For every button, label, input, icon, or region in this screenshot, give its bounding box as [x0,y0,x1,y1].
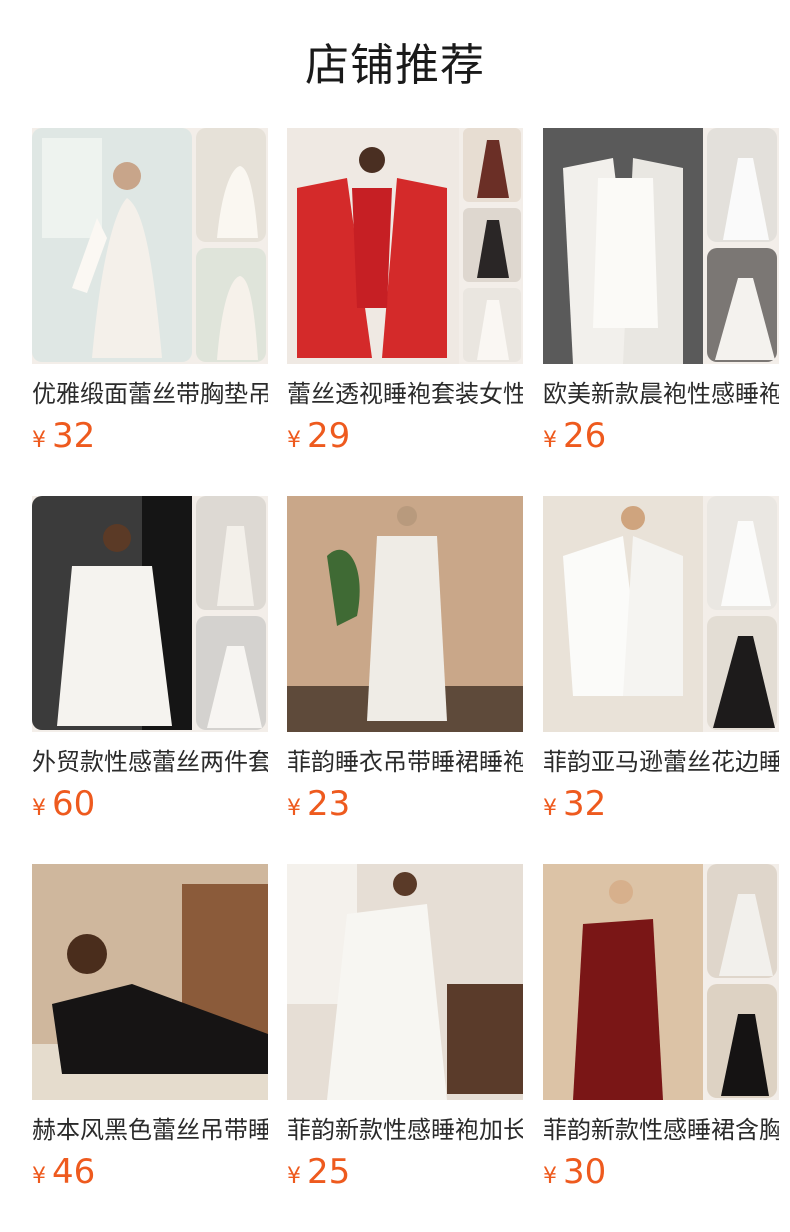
product-price: ¥26 [543,416,606,462]
product-price: ¥30 [543,1152,606,1198]
currency-symbol: ¥ [287,1164,301,1189]
product-image[interactable] [287,496,523,732]
currency-symbol: ¥ [287,796,301,821]
currency-symbol: ¥ [287,428,301,453]
price-value: 25 [307,1152,351,1192]
price-value: 29 [307,416,351,456]
product-image[interactable] [543,864,779,1100]
price-value: 23 [307,784,351,824]
product-card[interactable]: 菲韵新款性感睡袍加长 ¥25 [287,864,523,1204]
product-price: ¥46 [32,1152,95,1198]
product-price: ¥32 [32,416,95,462]
price-value: 32 [52,416,96,456]
product-image[interactable] [32,864,268,1100]
currency-symbol: ¥ [32,796,46,821]
currency-symbol: ¥ [32,428,46,453]
product-name[interactable]: 优雅缎面蕾丝带胸垫吊带睡裙 [32,378,268,410]
product-card[interactable]: 菲韵亚马逊蕾丝花边睡袍 ¥32 [543,496,779,836]
product-card[interactable]: 蕾丝透视睡袍套装女性感 ¥29 [287,128,523,468]
price-value: 46 [52,1152,96,1192]
product-name[interactable]: 菲韵新款性感睡裙含胸垫 [543,1114,779,1146]
currency-symbol: ¥ [543,428,557,453]
product-image[interactable] [543,496,779,732]
product-card[interactable]: 赫本风黑色蕾丝吊带睡裙 ¥46 [32,864,268,1204]
product-price: ¥60 [32,784,95,830]
product-name[interactable]: 赫本风黑色蕾丝吊带睡裙 [32,1114,268,1146]
product-image[interactable] [287,128,523,364]
currency-symbol: ¥ [32,1164,46,1189]
product-image[interactable] [32,496,268,732]
product-name[interactable]: 外贸款性感蕾丝两件套 [32,746,268,778]
product-card[interactable]: 外贸款性感蕾丝两件套 ¥60 [32,496,268,836]
product-price: ¥25 [287,1152,350,1198]
currency-symbol: ¥ [543,796,557,821]
product-price: ¥23 [287,784,350,830]
product-name[interactable]: 菲韵新款性感睡袍加长 [287,1114,523,1146]
price-value: 60 [52,784,96,824]
currency-symbol: ¥ [543,1164,557,1189]
price-value: 26 [563,416,607,456]
product-card[interactable]: 欧美新款晨袍性感睡袍 ¥26 [543,128,779,468]
product-name[interactable]: 菲韵亚马逊蕾丝花边睡袍 [543,746,779,778]
page-title: 店铺推荐 [305,40,485,91]
price-value: 32 [563,784,607,824]
product-image[interactable] [32,128,268,364]
product-price: ¥32 [543,784,606,830]
product-card[interactable]: 菲韵新款性感睡裙含胸垫 ¥30 [543,864,779,1204]
product-name[interactable]: 菲韵睡衣吊带睡裙睡袍 [287,746,523,778]
price-value: 30 [563,1152,607,1192]
product-image[interactable] [543,128,779,364]
product-card[interactable]: 优雅缎面蕾丝带胸垫吊带睡裙 ¥32 [32,128,268,468]
product-image[interactable] [287,864,523,1100]
product-card[interactable]: 菲韵睡衣吊带睡裙睡袍 ¥23 [287,496,523,836]
product-name[interactable]: 蕾丝透视睡袍套装女性感 [287,378,523,410]
product-name[interactable]: 欧美新款晨袍性感睡袍 [543,378,779,410]
product-price: ¥29 [287,416,350,462]
